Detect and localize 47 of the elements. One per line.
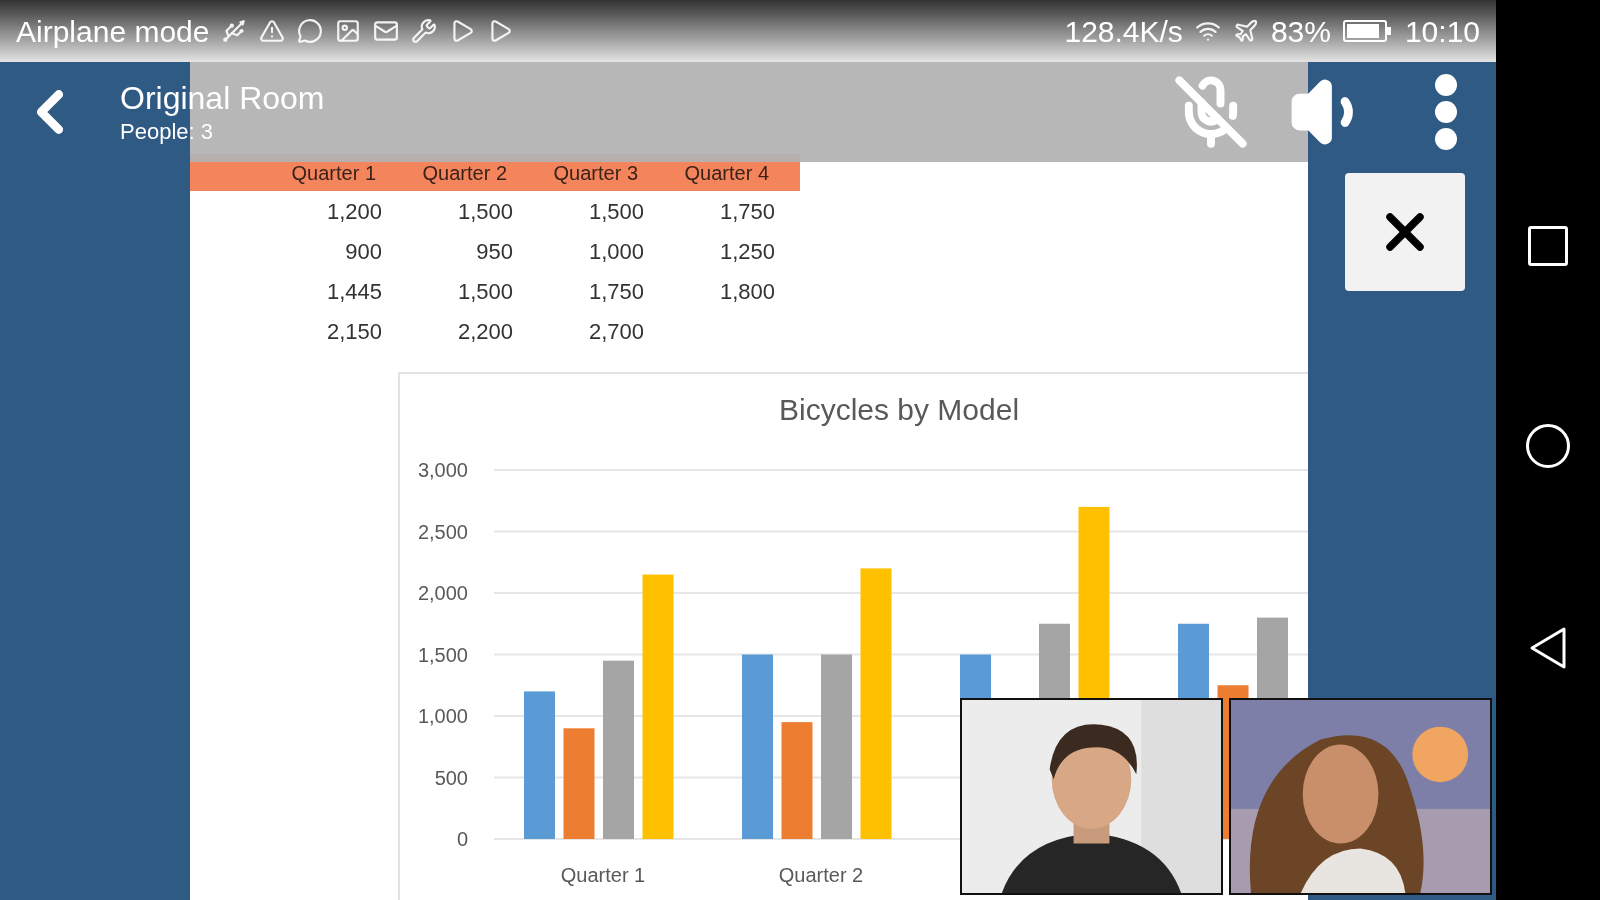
x-axis-label: Quarter 2 — [778, 864, 864, 886]
table-cell-text: 1,750 — [587, 277, 645, 306]
usb-icon — [221, 18, 248, 44]
recents-button[interactable] — [1528, 226, 1568, 266]
table-cell-text: 1,750 — [718, 197, 776, 226]
y-tick-label: 1,500 — [417, 643, 468, 666]
battery-icon — [1342, 19, 1393, 43]
column-header: Quarter 2 — [421, 160, 508, 186]
warning-icon — [259, 18, 286, 44]
table-cell-text: 1,000 — [587, 237, 645, 266]
table-cell-text: 1,500 — [456, 197, 514, 226]
table-cell-text: 1,445 — [325, 277, 383, 306]
column-header: Quarter 4 — [683, 160, 770, 186]
column-header: Quarter 3 — [552, 160, 639, 186]
y-tick-label: 2,500 — [417, 520, 468, 543]
y-tick-label: 2,000 — [417, 582, 468, 604]
chat-bubble-icon — [297, 18, 324, 44]
y-tick-label: 1,000 — [417, 705, 468, 727]
table-cell-text: 1,500 — [456, 277, 514, 306]
wrench-icon — [411, 18, 438, 44]
table-cell-text: 1,200 — [325, 197, 383, 226]
network-speed: 128.4K/s — [1064, 13, 1183, 50]
home-button[interactable] — [1526, 424, 1570, 468]
table-cell-text: 950 — [475, 237, 514, 266]
x-axis-label: Quarter 1 — [560, 864, 646, 886]
table-cell-text: 2,200 — [456, 317, 514, 346]
chart-title: Bicycles by Model — [778, 391, 1020, 428]
clock: 10:10 — [1404, 13, 1480, 50]
mic-muted-icon — [1173, 74, 1249, 150]
close-button[interactable] — [1345, 173, 1465, 291]
table-cell-text: 1,250 — [718, 237, 776, 266]
more-icon — [1434, 73, 1458, 151]
image-icon — [335, 18, 362, 44]
table-cell-text: 900 — [344, 237, 383, 266]
back-triangle-icon — [1528, 626, 1568, 670]
airplane-icon — [1232, 18, 1259, 44]
mail-icon — [373, 18, 400, 44]
battery-percent: 83% — [1270, 13, 1331, 50]
y-tick-label: 500 — [434, 766, 468, 789]
y-tick-label: 3,000 — [417, 459, 468, 481]
table-cell-text: 2,150 — [325, 317, 383, 346]
column-header: Quarter 1 — [290, 160, 377, 186]
y-tick-label: 0 — [456, 828, 468, 850]
table-cell-text: 2,700 — [587, 317, 645, 346]
table-cell-text: 1,800 — [718, 277, 776, 306]
status-text: Airplane mode — [16, 13, 210, 50]
table-cell-text: 1,500 — [587, 197, 645, 226]
